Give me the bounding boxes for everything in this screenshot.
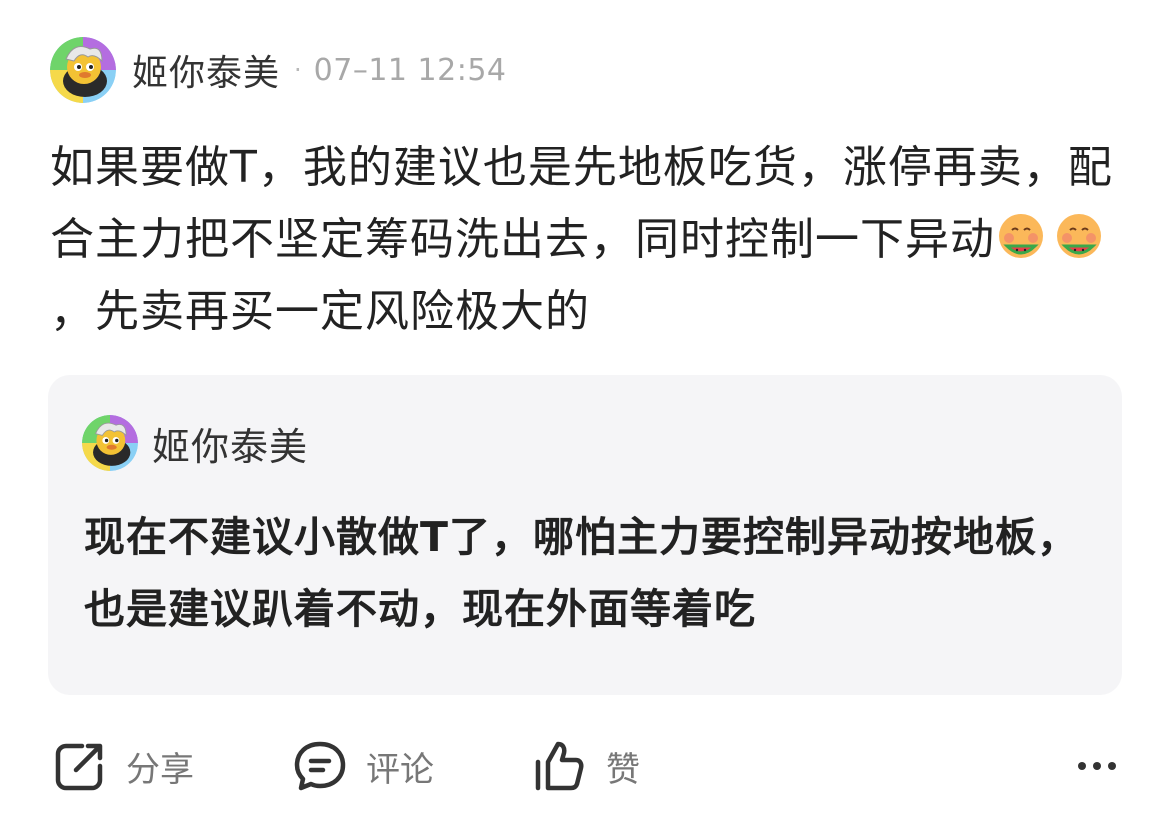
- author-name[interactable]: 姬你泰美: [132, 44, 280, 96]
- watermelon-face-emoji: [999, 214, 1043, 258]
- avatar[interactable]: [50, 37, 116, 103]
- comment-label: 评论: [366, 749, 434, 790]
- share-icon: [55, 743, 103, 791]
- quoted-post-text: 现在不建议小散做T了，哪怕主力要控制异动按地板，也是建议趴着不动，现在外面等着吃: [84, 513, 1079, 633]
- share-label: 分享: [126, 749, 194, 790]
- quoted-post-header: 姬你泰美: [82, 415, 308, 471]
- action-bar: 分享 评论 赞: [50, 736, 1120, 796]
- post-header: 姬你泰美 · 07–11 12:54: [50, 36, 507, 104]
- watermelon-face-emoji: [1057, 214, 1101, 258]
- post-timestamp: 07–11 12:54: [313, 52, 507, 88]
- quoted-post[interactable]: 姬你泰美 现在不建议小散做T了，哪怕主力要控制异动按地板，也是建议趴着不动，现在…: [48, 375, 1122, 695]
- post-text-part1: 如果要做T，我的建议也是先地板吃货，涨停再卖，配合主力把不坚定筹码洗出去，同时控…: [50, 142, 1113, 265]
- like-button[interactable]: 赞: [532, 736, 640, 796]
- more-button[interactable]: [1074, 748, 1120, 788]
- avatar-image: [50, 37, 116, 103]
- share-button[interactable]: 分享: [52, 736, 194, 796]
- like-label: 赞: [606, 749, 640, 790]
- comment-icon: [294, 741, 346, 791]
- more-icon: [1078, 762, 1116, 770]
- thumbs-up-icon: [535, 741, 584, 791]
- post-text-part2: ，先卖再买一定风险极大的: [50, 286, 590, 337]
- separator-dot: ·: [294, 56, 302, 84]
- quoted-author-name[interactable]: 姬你泰美: [152, 416, 308, 471]
- avatar-image: [82, 415, 138, 471]
- comment-button[interactable]: 评论: [292, 736, 434, 796]
- post-text: 如果要做T，我的建议也是先地板吃货，涨停再卖，配合主力把不坚定筹码洗出去，同时控…: [50, 132, 1130, 348]
- quoted-avatar[interactable]: [82, 415, 138, 471]
